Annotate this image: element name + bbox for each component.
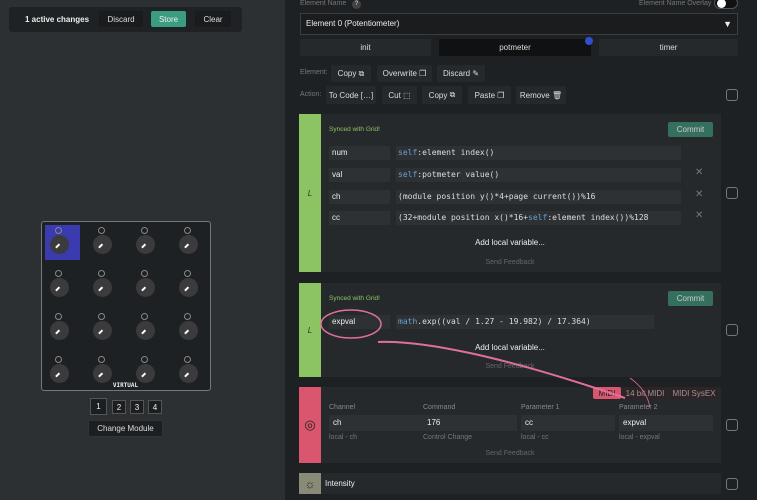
annotation-overlay: [320, 309, 651, 409]
annotation-circle: [320, 309, 382, 339]
annotation-arrow: [377, 340, 626, 399]
annotation-stroke: [629, 377, 651, 409]
